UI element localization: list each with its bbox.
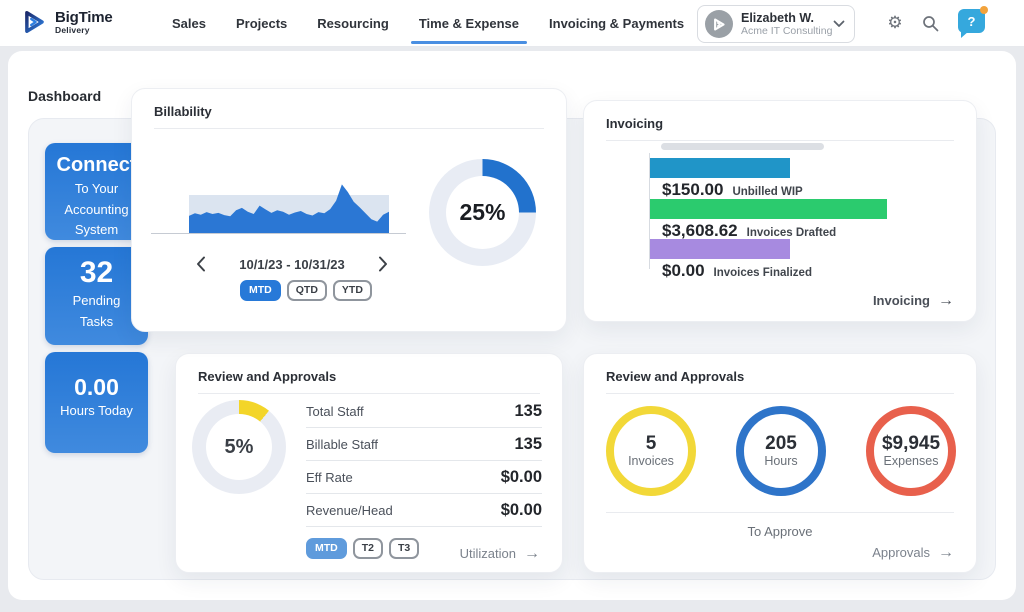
invoicing-partial-bar (661, 143, 824, 150)
arrow-right-icon: → (938, 546, 954, 560)
unbilled-wip-label: Unbilled WIP (732, 186, 802, 198)
billability-card: Billability 10/1/23 - 10/31/23 MTD QTD Y… (131, 88, 567, 332)
billability-sparkline (132, 171, 422, 241)
nav-item-time-expense[interactable]: Time & Expense (417, 0, 521, 47)
hours-today-value: 0.00 (45, 373, 148, 401)
invoicing-card: Invoicing $150.00 Unbilled WIP $3,608.62… (583, 100, 977, 322)
utilization-link[interactable]: Utilization→ (460, 546, 540, 561)
chevron-down-icon (833, 20, 845, 28)
billability-donut: 25% (429, 159, 536, 266)
main-menu: Sales Projects Resourcing Time & Expense… (170, 0, 774, 47)
utilization-card: Review and Approvals 5% Total Staff 135 … (175, 353, 563, 573)
user-profile-menu[interactable]: Elizabeth W. Acme IT Consulting (697, 5, 855, 43)
invoices-finalized-value: $0.00 (662, 261, 705, 281)
period-button-ytd[interactable]: YTD (333, 280, 372, 301)
bigtime-logo-icon (22, 9, 48, 35)
invoices-finalized-bar (650, 239, 790, 259)
invoices-finalized-label: Invoices Finalized (714, 267, 812, 279)
table-row: Billable Staff 135 (306, 428, 542, 461)
avatar (705, 10, 733, 38)
period-button-qtd[interactable]: QTD (287, 280, 327, 301)
approvals-link[interactable]: Approvals→ (872, 545, 954, 560)
expenses-ring: $9,945 Expenses (866, 406, 956, 496)
utilization-percent: 5% (225, 436, 254, 459)
invoicing-link[interactable]: Invoicing→ (873, 293, 954, 308)
invoicing-title: Invoicing (606, 116, 663, 131)
dashboard-screen: BigTime Delivery Sales Projects Resourci… (0, 0, 1024, 612)
billability-percent: 25% (459, 199, 505, 226)
utilization-period-t3[interactable]: T3 (389, 538, 419, 559)
hours-today-card[interactable]: 0.00 Hours Today (45, 352, 148, 453)
approvals-title: Review and Approvals (606, 369, 744, 384)
arrow-right-icon: → (524, 547, 540, 561)
unbilled-wip-bar (650, 158, 790, 178)
profile-name: Elizabeth W. (741, 11, 833, 25)
billability-title: Billability (154, 104, 212, 119)
unbilled-wip-value: $150.00 (662, 180, 723, 200)
table-row: Eff Rate $0.00 (306, 461, 542, 494)
next-period-button[interactable] (374, 255, 392, 273)
nav-item-resourcing[interactable]: Resourcing (315, 0, 391, 47)
nav-item-invoicing-payments[interactable]: Invoicing & Payments (547, 0, 686, 47)
approvals-rings: 5 Invoices 205 Hours $9,945 Expenses (606, 406, 956, 496)
brand-logo[interactable]: BigTime Delivery (22, 9, 113, 35)
invoices-drafted-label: Invoices Drafted (747, 227, 836, 239)
profile-org: Acme IT Consulting (741, 25, 833, 37)
date-range-label: 10/1/23 - 10/31/23 (239, 257, 345, 272)
table-row: Total Staff 135 (306, 395, 542, 428)
utilization-period-mtd[interactable]: MTD (306, 538, 347, 559)
utilization-donut: 5% (192, 400, 286, 494)
arrow-right-icon: → (938, 294, 954, 308)
to-approve-label: To Approve (584, 524, 976, 539)
utilization-title: Review and Approvals (198, 369, 336, 384)
prev-period-button[interactable] (192, 255, 210, 273)
brand-name: BigTime (55, 10, 113, 25)
utilization-period-t2[interactable]: T2 (353, 538, 383, 559)
nav-item-sales[interactable]: Sales (170, 0, 208, 47)
settings-gear-icon[interactable]: ⚙ (885, 13, 905, 33)
nav-item-projects[interactable]: Projects (234, 0, 289, 47)
invoices-drafted-value: $3,608.62 (662, 221, 738, 241)
help-chat-icon[interactable]: ? (958, 9, 985, 33)
approvals-card: Review and Approvals 5 Invoices 205 Hour… (583, 353, 977, 573)
utilization-stats-table: Total Staff 135 Billable Staff 135 Eff R… (306, 395, 542, 527)
invoices-drafted-bar (650, 199, 887, 219)
top-navbar: BigTime Delivery Sales Projects Resourci… (0, 0, 1024, 47)
brand-subname: Delivery (55, 25, 113, 35)
period-button-mtd[interactable]: MTD (240, 280, 281, 301)
search-icon[interactable] (920, 13, 940, 33)
hours-ring: 205 Hours (736, 406, 826, 496)
help-question-glyph: ? (968, 14, 976, 29)
invoices-ring: 5 Invoices (606, 406, 696, 496)
notification-dot (980, 6, 988, 14)
page-title: Dashboard (28, 88, 101, 104)
table-row: Revenue/Head $0.00 (306, 494, 542, 527)
active-tab-underline (411, 41, 527, 44)
